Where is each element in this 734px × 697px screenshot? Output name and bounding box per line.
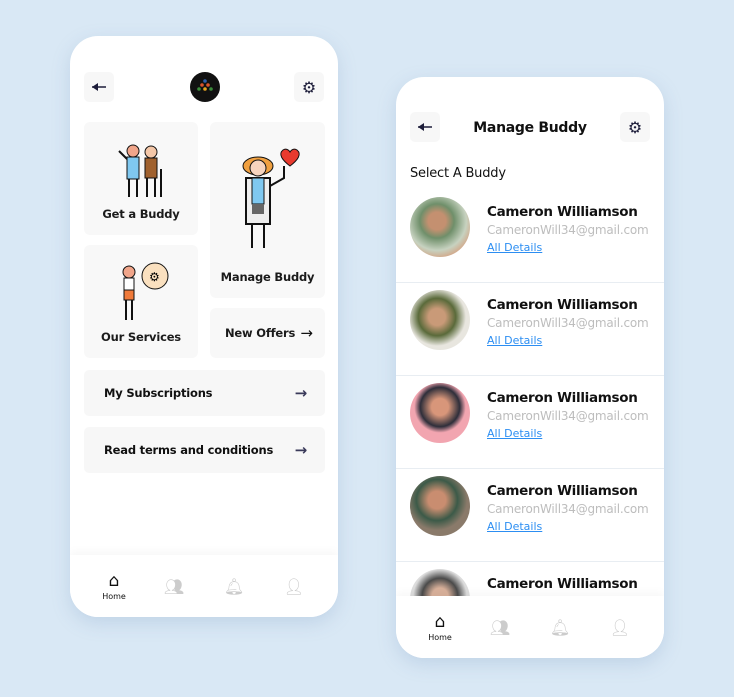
nav-home[interactable]: ⌂ Home — [94, 571, 134, 601]
arrow-right-icon: → — [294, 441, 308, 459]
back-button[interactable] — [84, 72, 114, 102]
my-subscriptions-link[interactable]: My Subscriptions → — [84, 370, 325, 416]
get-buddy-card[interactable]: Get a Buddy — [84, 122, 198, 235]
nav-notifications[interactable]: 🔔︎ — [540, 617, 580, 637]
new-offers-label: New Offers — [225, 326, 296, 340]
all-details-link[interactable]: All Details — [487, 427, 542, 440]
manage-buddy-screen: Manage Buddy ⚙ Select A Buddy Cameron Wi… — [396, 77, 664, 658]
buddies-illustration — [118, 144, 162, 197]
our-services-card[interactable]: ⚙ Our Services — [84, 245, 198, 358]
gear-icon: ⚙ — [627, 117, 643, 137]
section-heading: Select A Buddy — [410, 166, 506, 181]
avatar — [410, 290, 470, 350]
home-screen: ⚙ Get a Buddy ⚙ Our Services Manage Budd… — [70, 36, 338, 617]
home-icon: ⌂ — [108, 571, 120, 591]
buddy-email: CameronWill34@gmail.com — [487, 409, 649, 423]
home-icon: ⌂ — [434, 612, 446, 632]
nav-notifications[interactable]: 🔔︎ — [214, 576, 254, 596]
nav-home-label: Home — [428, 633, 452, 642]
manage-buddy-illustration — [242, 148, 300, 248]
buddy-email: CameronWill34@gmail.com — [487, 502, 649, 516]
nav-profile[interactable]: 👤︎ — [600, 617, 640, 637]
svg-text:⚙: ⚙ — [149, 270, 160, 284]
bottom-nav: ⌂ Home 👥︎ 🔔︎ 👤︎ — [70, 555, 338, 617]
nav-profile[interactable]: 👤︎ — [274, 576, 314, 596]
new-offers-card[interactable]: New Offers → — [210, 308, 325, 358]
all-details-link[interactable]: All Details — [487, 241, 542, 254]
arrow-right-icon: → — [300, 324, 313, 342]
all-details-link[interactable]: All Details — [487, 334, 542, 347]
avatar — [410, 383, 470, 443]
app-logo — [190, 72, 220, 102]
get-buddy-label: Get a Buddy — [102, 207, 180, 221]
buddy-row[interactable]: Cameron Williamson CameronWill34@gmail.c… — [396, 376, 664, 469]
buddy-row[interactable]: Cameron Williamson CameronWill34@gmail.c… — [396, 190, 664, 283]
avatar — [410, 476, 470, 536]
buddy-row[interactable]: Cameron Williamson CameronWill34@gmail.c… — [396, 469, 664, 562]
settings-button[interactable]: ⚙ — [620, 112, 650, 142]
back-arrow-icon — [92, 83, 106, 91]
nav-buddies[interactable]: 👥︎ — [154, 576, 194, 596]
buddy-name: Cameron Williamson — [487, 483, 638, 499]
arrow-right-icon: → — [294, 384, 308, 402]
settings-button[interactable]: ⚙ — [294, 72, 324, 102]
buddy-name: Cameron Williamson — [487, 297, 638, 313]
nav-home-label: Home — [102, 592, 126, 601]
users-icon: 👥︎ — [163, 577, 185, 596]
nav-home[interactable]: ⌂ Home — [420, 612, 460, 642]
manage-buddy-card[interactable]: Manage Buddy — [210, 122, 325, 298]
terms-label: Read terms and conditions — [104, 443, 274, 457]
bell-icon: 🔔︎ — [223, 577, 245, 596]
our-services-label: Our Services — [101, 330, 181, 344]
buddy-name: Cameron Williamson — [487, 576, 638, 592]
bottom-nav: ⌂ Home 👥︎ 🔔︎ 👤︎ — [396, 596, 664, 658]
manage-buddy-label: Manage Buddy — [220, 270, 315, 284]
nav-buddies[interactable]: 👥︎ — [480, 617, 520, 637]
gear-icon: ⚙ — [301, 77, 317, 97]
terms-link[interactable]: Read terms and conditions → — [84, 427, 325, 473]
all-details-link[interactable]: All Details — [487, 520, 542, 533]
my-subscriptions-label: My Subscriptions — [104, 386, 213, 400]
services-illustration: ⚙ — [122, 262, 169, 320]
buddy-email: CameronWill34@gmail.com — [487, 316, 649, 330]
buddy-name: Cameron Williamson — [487, 390, 638, 406]
buddy-email: CameronWill34@gmail.com — [487, 223, 649, 237]
buddy-name: Cameron Williamson — [487, 204, 638, 220]
user-icon: 👤︎ — [283, 577, 305, 596]
avatar — [410, 197, 470, 257]
buddy-row[interactable]: Cameron Williamson CameronWill34@gmail.c… — [396, 283, 664, 376]
bell-icon: 🔔︎ — [549, 618, 571, 637]
user-icon: 👤︎ — [609, 618, 631, 637]
users-icon: 👥︎ — [489, 618, 511, 637]
